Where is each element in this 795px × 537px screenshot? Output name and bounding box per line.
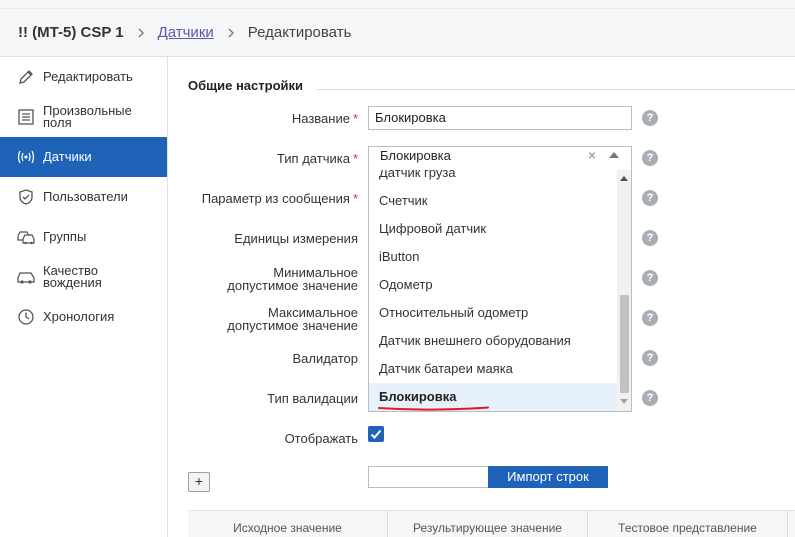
sidebar-item-label: Редактировать xyxy=(43,69,133,84)
sidebar-item-label: Произвольные поля xyxy=(43,103,132,130)
help-icon[interactable]: ? xyxy=(642,270,658,286)
max-value-label: Максимальное допустимое значение xyxy=(227,305,358,333)
sensor-type-dropdown: Датчик груза Счетчик Цифровой датчик iBu… xyxy=(368,170,632,412)
validator-label: Валидатор xyxy=(292,351,358,366)
dropdown-option[interactable]: Датчик внешнего оборудования xyxy=(369,327,617,355)
sidebar-item-custom-fields[interactable]: Произвольные поля xyxy=(0,97,167,137)
name-input[interactable]: Блокировка xyxy=(368,106,632,130)
sidebar-item-label: Группы xyxy=(43,229,87,244)
table-header: Исходное значение Результирующее значени… xyxy=(188,510,795,537)
help-icon[interactable]: ? xyxy=(642,390,658,406)
top-strip xyxy=(0,0,795,9)
help-icon[interactable]: ? xyxy=(642,310,658,326)
sidebar-item-label: Пользователи xyxy=(43,189,128,204)
sidebar-item-driving-quality[interactable]: Качество вождения xyxy=(0,257,167,297)
sidebar-item-sensors[interactable]: Датчики xyxy=(0,137,167,177)
breadcrumb-unit-name: !! (MT-5) CSP 1 xyxy=(18,24,124,41)
breadcrumb-sensors-link[interactable]: Датчики xyxy=(158,24,214,41)
checkmark-icon xyxy=(370,429,382,439)
dropdown-option[interactable]: Относительный одометр xyxy=(369,299,617,327)
sensor-type-label: Тип датчика * xyxy=(276,151,358,166)
scroll-down-icon[interactable] xyxy=(620,399,628,404)
sidebar-item-label: Хронология xyxy=(43,309,115,324)
required-mark: * xyxy=(352,151,358,166)
dropdown-option[interactable]: Цифровой датчик xyxy=(369,215,617,243)
column-header: Исходное значение xyxy=(188,511,388,537)
sensor-icon xyxy=(16,147,36,167)
import-rows-input[interactable] xyxy=(368,466,488,488)
help-icon[interactable]: ? xyxy=(642,110,658,126)
dropdown-option[interactable]: iButton xyxy=(369,243,617,271)
section-divider xyxy=(316,89,795,90)
param-label: Параметр из сообщения * xyxy=(201,191,358,206)
sidebar-item-label: Датчики xyxy=(43,149,92,164)
section-title: Общие настройки xyxy=(188,78,303,93)
cars-group-icon xyxy=(16,227,36,247)
column-header: Тестовое представление xyxy=(588,511,788,537)
units-label: Единицы измерения xyxy=(234,231,358,246)
validation-type-label: Тип валидации xyxy=(267,391,358,406)
sidebar-item-label: Качество вождения xyxy=(43,263,102,290)
chevron-right-icon xyxy=(226,28,236,38)
help-icon[interactable]: ? xyxy=(642,150,658,166)
dropdown-option[interactable]: Счетчик xyxy=(369,187,617,215)
sidebar: Редактировать Произвольные поля Датчики … xyxy=(0,57,168,537)
pencil-icon xyxy=(16,67,36,87)
dropdown-option[interactable]: Одометр xyxy=(369,271,617,299)
help-icon[interactable]: ? xyxy=(642,350,658,366)
help-icon[interactable]: ? xyxy=(642,230,658,246)
import-rows-button[interactable]: Импорт строк xyxy=(488,466,608,488)
help-icon[interactable]: ? xyxy=(642,190,658,206)
breadcrumb-current: Редактировать xyxy=(247,24,352,41)
required-mark: * xyxy=(352,191,358,206)
car-icon xyxy=(16,267,36,287)
breadcrumb: !! (MT-5) CSP 1 Датчики Редактировать xyxy=(0,9,795,57)
add-row-button[interactable]: + xyxy=(188,472,210,492)
chevron-up-icon[interactable] xyxy=(609,152,619,158)
scroll-up-icon[interactable] xyxy=(620,176,628,181)
dropdown-scrollbar[interactable] xyxy=(617,170,631,411)
display-label: Отображать xyxy=(284,431,358,446)
column-header: Результирующее значение xyxy=(388,511,588,537)
display-checkbox[interactable] xyxy=(368,426,384,442)
min-value-label: Минимальное допустимое значение xyxy=(227,265,358,293)
required-mark: * xyxy=(352,111,358,126)
shield-icon xyxy=(16,187,36,207)
dropdown-option[interactable]: Датчик груза xyxy=(369,170,617,187)
sidebar-item-groups[interactable]: Группы xyxy=(0,217,167,257)
clear-icon[interactable]: × xyxy=(586,147,598,163)
list-icon xyxy=(16,107,36,127)
dropdown-option[interactable]: Датчик батареи маяка xyxy=(369,355,617,383)
clock-icon xyxy=(16,307,36,327)
sidebar-item-edit[interactable]: Редактировать xyxy=(0,57,167,97)
name-label: Название * xyxy=(291,111,358,126)
red-underline-annotation xyxy=(378,406,489,411)
scrollbar-thumb[interactable] xyxy=(620,295,629,393)
sidebar-item-users[interactable]: Пользователи xyxy=(0,177,167,217)
sidebar-item-chronology[interactable]: Хронология xyxy=(0,297,167,337)
chevron-right-icon xyxy=(136,28,146,38)
main-content: Общие настройки Название * Блокировка ? Т… xyxy=(168,57,795,537)
